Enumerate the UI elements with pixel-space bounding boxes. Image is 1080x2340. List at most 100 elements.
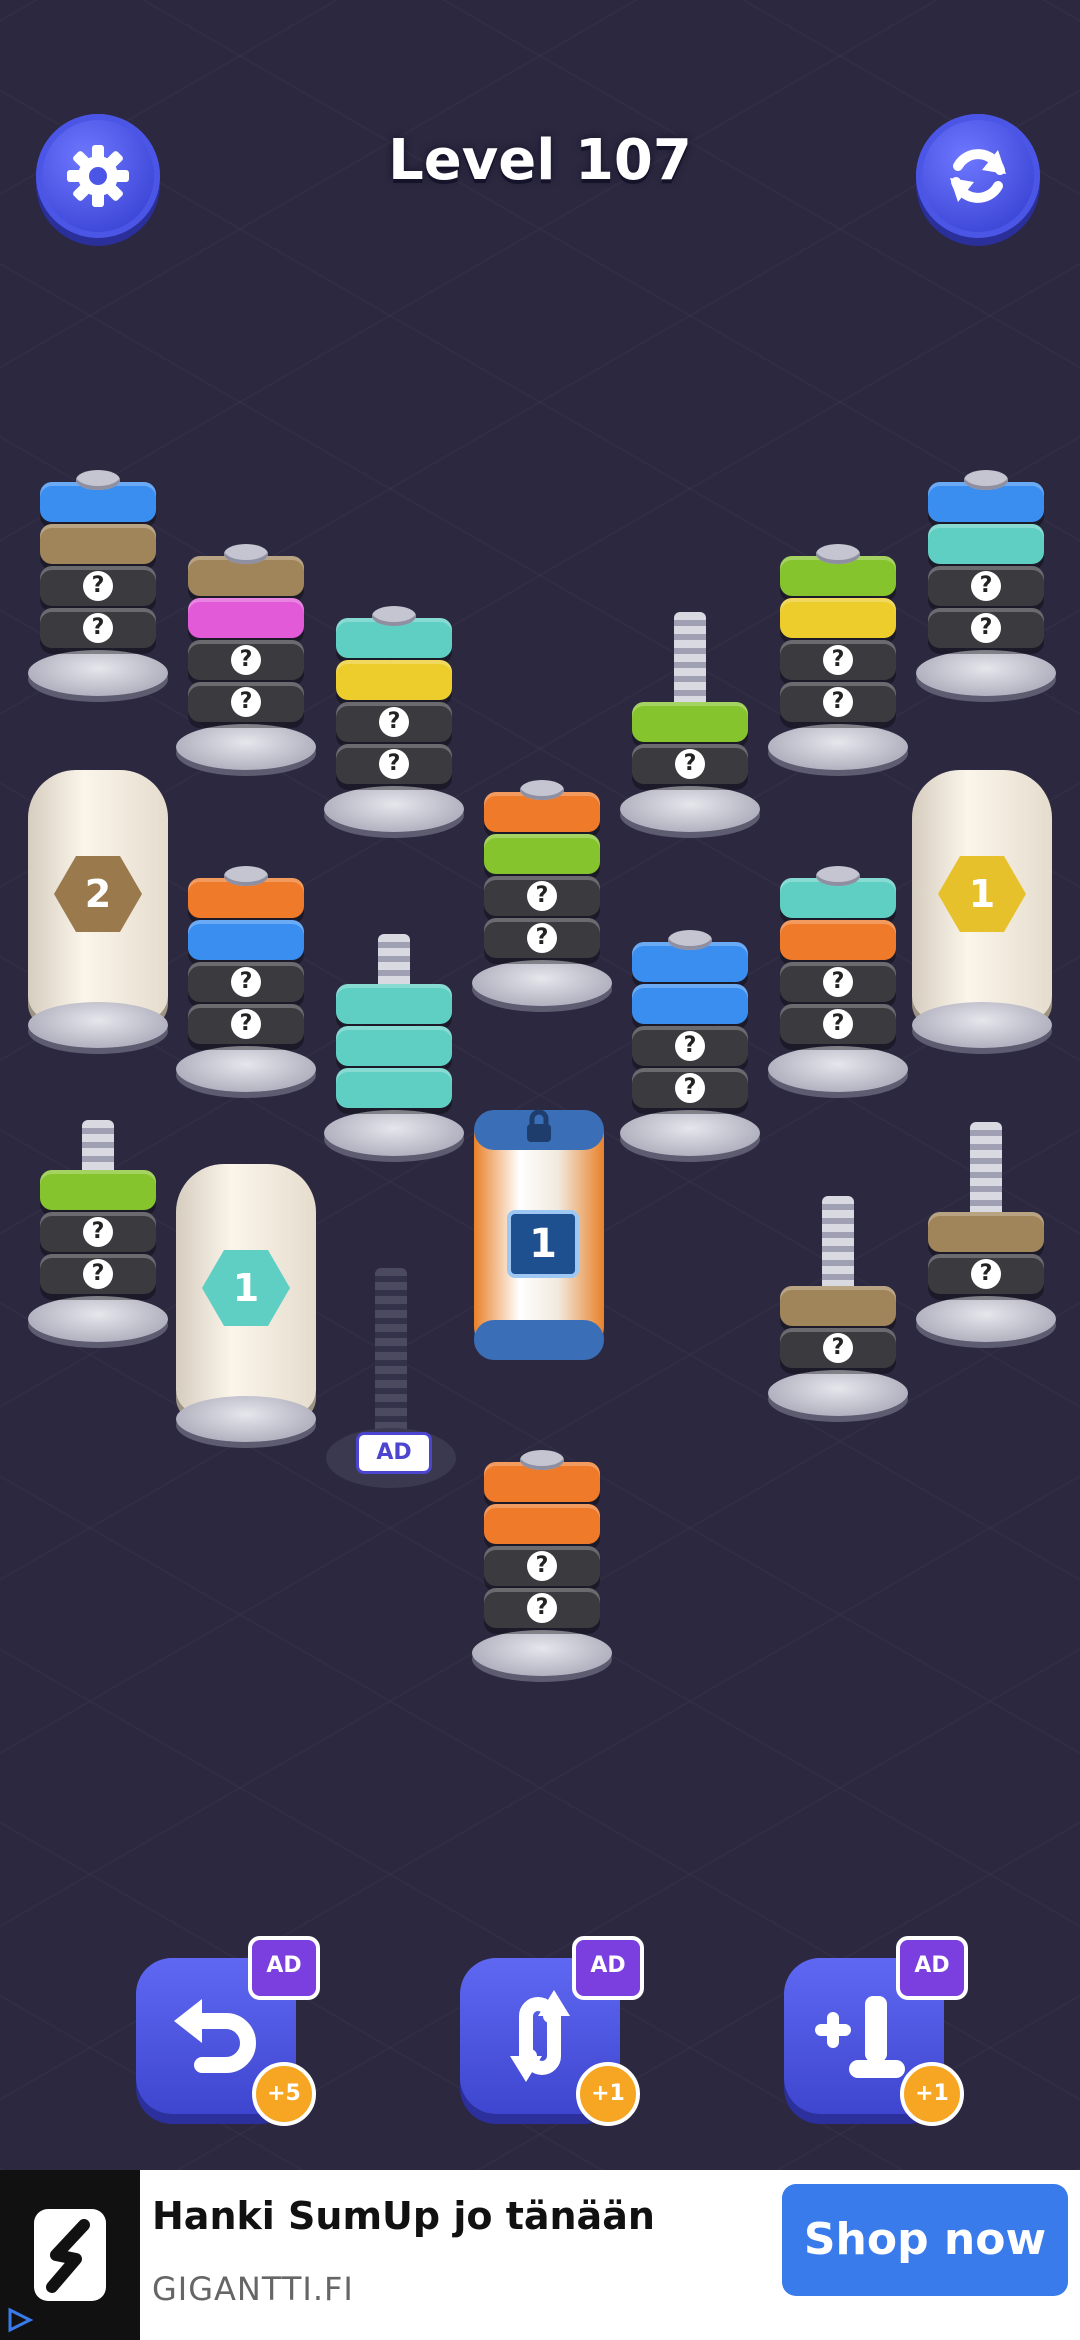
hidden-nut: ?: [484, 1588, 600, 1628]
ad-badge: AD: [896, 1936, 968, 2000]
add-bolt-icon: [815, 1996, 905, 2078]
hidden-nut: ?: [632, 1026, 748, 1066]
lock-icon: [527, 1109, 551, 1142]
green-nut: [40, 1170, 156, 1210]
column-stand[interactable]: [28, 650, 168, 696]
question-mark-icon: ?: [823, 967, 853, 997]
ad-badge: AD: [572, 1936, 644, 2000]
undo-icon: [174, 1999, 256, 2073]
hidden-column-cover[interactable]: 1: [912, 770, 1052, 1020]
question-mark-icon: ?: [527, 881, 557, 911]
column-stand[interactable]: [176, 724, 316, 770]
column-stand[interactable]: [176, 1046, 316, 1092]
question-mark-icon: ?: [83, 613, 113, 643]
hidden-nut: ?: [40, 1254, 156, 1294]
question-mark-icon: ?: [971, 1259, 1001, 1289]
column-stand[interactable]: [620, 1110, 760, 1156]
blue-nut: [188, 920, 304, 960]
teal-nut: [336, 984, 452, 1024]
question-mark-icon: ?: [379, 707, 409, 737]
question-mark-icon: ?: [823, 1333, 853, 1363]
green-nut: [484, 834, 600, 874]
column-stand: [28, 1002, 168, 1048]
hidden-nut: ?: [40, 608, 156, 648]
hidden-nut: ?: [40, 1212, 156, 1252]
question-mark-icon: ?: [83, 571, 113, 601]
ad-extra-bolt[interactable]: AD: [326, 1268, 456, 1498]
question-mark-icon: ?: [527, 923, 557, 953]
cover-counter: 1: [202, 1250, 290, 1326]
question-mark-icon: ?: [971, 571, 1001, 601]
bolt-thread: [970, 1122, 1002, 1222]
bolt-cap: [964, 470, 1008, 490]
column-stand[interactable]: [28, 1296, 168, 1342]
hidden-nut: ?: [780, 1328, 896, 1368]
question-mark-icon: ?: [231, 645, 261, 675]
refresh-icon: [950, 149, 1006, 203]
question-mark-icon: ?: [231, 967, 261, 997]
bonus-count: +1: [900, 2062, 964, 2126]
question-mark-icon: ?: [231, 1009, 261, 1039]
hidden-nut: ?: [188, 962, 304, 1002]
adchoices-icon[interactable]: [6, 2306, 34, 2334]
bolt-cap: [816, 544, 860, 564]
column-stand[interactable]: [324, 1110, 464, 1156]
hidden-nut: ?: [40, 566, 156, 606]
teal-nut: [336, 1026, 452, 1066]
column-stand[interactable]: [768, 724, 908, 770]
bolt-cap: [816, 866, 860, 886]
column-stand[interactable]: [620, 786, 760, 832]
bolt-cap: [668, 930, 712, 950]
yellow-nut: [336, 660, 452, 700]
bonus-count: +5: [252, 2062, 316, 2126]
restart-button[interactable]: [916, 114, 1040, 238]
hidden-column-cover[interactable]: 1: [176, 1164, 316, 1414]
bonus-count: +1: [576, 2062, 640, 2126]
question-mark-icon: ?: [675, 1073, 705, 1103]
bolt-cap: [520, 1450, 564, 1470]
question-mark-icon: ?: [231, 687, 261, 717]
ad-badge: AD: [248, 1936, 320, 2000]
column-stand[interactable]: [768, 1370, 908, 1416]
question-mark-icon: ?: [675, 749, 705, 779]
bolt-cap: [372, 606, 416, 626]
hidden-nut: ?: [188, 1004, 304, 1044]
question-mark-icon: ?: [823, 645, 853, 675]
brown-nut: [928, 1212, 1044, 1252]
question-mark-icon: ?: [527, 1551, 557, 1581]
shop-now-button[interactable]: Shop now: [782, 2184, 1068, 2296]
bolt-cap: [224, 544, 268, 564]
column-stand[interactable]: [768, 1046, 908, 1092]
column-stand[interactable]: [324, 786, 464, 832]
shuffle-button[interactable]: AD +1: [460, 1936, 644, 2126]
ad-bolt-label: AD: [356, 1432, 432, 1474]
hidden-nut: ?: [632, 1068, 748, 1108]
ad-banner[interactable]: Hanki SumUp jo tänään GIGANTTI.FI Shop n…: [0, 2170, 1080, 2340]
column-stand: [176, 1396, 316, 1442]
hidden-column-cover[interactable]: 2: [28, 770, 168, 1020]
locked-column[interactable]: 1: [474, 1109, 604, 1360]
question-mark-icon: ?: [971, 613, 1001, 643]
column-stand[interactable]: [472, 1630, 612, 1676]
question-mark-icon: ?: [527, 1593, 557, 1623]
hidden-nut: ?: [780, 682, 896, 722]
lock-counter: 1: [507, 1210, 579, 1278]
shuffle-icon: [510, 1990, 570, 2082]
orange-nut: [484, 1504, 600, 1544]
undo-button[interactable]: AD +5: [136, 1936, 320, 2126]
hidden-nut: ?: [928, 566, 1044, 606]
hidden-nut: ?: [484, 1546, 600, 1586]
teal-nut: [336, 1068, 452, 1108]
hidden-nut: ?: [928, 608, 1044, 648]
hidden-nut: ?: [336, 744, 452, 784]
hidden-nut: ?: [336, 702, 452, 742]
bolt-cap: [76, 470, 120, 490]
column-stand[interactable]: [916, 650, 1056, 696]
question-mark-icon: ?: [83, 1217, 113, 1247]
column-stand[interactable]: [472, 960, 612, 1006]
column-stand[interactable]: [916, 1296, 1056, 1342]
add-bolt-button[interactable]: AD +1: [784, 1936, 968, 2126]
question-mark-icon: ?: [823, 1009, 853, 1039]
question-mark-icon: ?: [83, 1259, 113, 1289]
question-mark-icon: ?: [379, 749, 409, 779]
